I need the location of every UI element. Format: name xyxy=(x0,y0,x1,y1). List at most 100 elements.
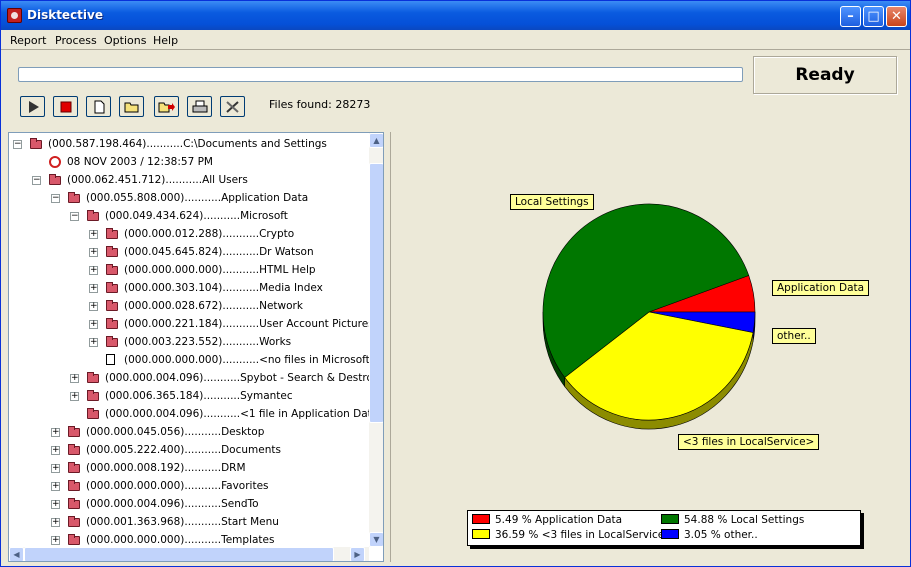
tree-row[interactable]: + (000.000.000.000)...........Favorites xyxy=(9,477,369,495)
scroll-up-button[interactable]: ▲ xyxy=(369,133,383,148)
tools-button[interactable] xyxy=(220,96,245,117)
legend-label: 54.88 % Local Settings xyxy=(684,514,805,526)
folder-icon xyxy=(106,300,118,311)
tree-row[interactable]: + (000.001.363.968)...........Start Menu xyxy=(9,513,369,531)
tree-row[interactable]: + (000.006.365.184)...........Symantec xyxy=(9,387,369,405)
scroll-down-button[interactable]: ▼ xyxy=(369,532,383,547)
tree-row[interactable]: + (000.000.303.104)...........Media Index xyxy=(9,279,369,297)
stop-button[interactable] xyxy=(53,96,78,117)
tree-row-label: (000.062.451.712)...........All Users xyxy=(67,174,248,186)
expand-icon[interactable]: + xyxy=(70,392,79,401)
folder-icon xyxy=(87,408,99,419)
vertical-scroll-thumb[interactable] xyxy=(369,163,383,423)
tree-row[interactable]: − (000.062.451.712)...........All Users xyxy=(9,171,369,189)
expand-icon[interactable]: + xyxy=(51,518,60,527)
play-button[interactable] xyxy=(20,96,45,117)
title-bar[interactable]: Disktective – □ ✕ xyxy=(1,1,910,30)
tree-row[interactable]: (000.000.000.000)...........<no files in… xyxy=(9,351,369,369)
expand-icon[interactable]: + xyxy=(89,302,98,311)
legend-item-localservice: 36.59 % <3 files in LocalService> xyxy=(472,529,673,541)
tree-row-label: (000.045.645.824)...........Dr Watson xyxy=(124,246,314,258)
maximize-button[interactable]: □ xyxy=(863,6,884,27)
menu-separator xyxy=(1,49,910,50)
legend-label: 36.59 % <3 files in LocalService> xyxy=(495,529,674,541)
status-panel: Ready xyxy=(753,56,897,94)
legend-swatch xyxy=(661,514,679,524)
scroll-right-button[interactable]: ▶ xyxy=(350,547,365,561)
collapse-icon[interactable]: − xyxy=(32,176,41,185)
tools-icon xyxy=(225,100,239,113)
close-button[interactable]: ✕ xyxy=(886,6,907,27)
tree-row[interactable]: + (000.000.045.056)...........Desktop xyxy=(9,423,369,441)
tree-row[interactable]: + (000.000.028.672)...........Network xyxy=(9,297,369,315)
pane-splitter[interactable] xyxy=(385,132,389,562)
expand-icon[interactable]: + xyxy=(89,266,98,275)
scroll-left-button[interactable]: ◀ xyxy=(9,547,24,561)
tree-row[interactable]: + (000.045.645.824)...........Dr Watson xyxy=(9,243,369,261)
open-button[interactable] xyxy=(119,96,144,117)
clock-icon xyxy=(49,156,61,168)
expand-icon[interactable]: + xyxy=(89,320,98,329)
tree-row-label: (000.055.808.000)...........Application … xyxy=(86,192,309,204)
legend-item-local-settings: 54.88 % Local Settings xyxy=(661,514,804,526)
folder-icon xyxy=(68,516,80,527)
menu-options[interactable]: Options xyxy=(104,34,146,47)
expand-icon[interactable]: + xyxy=(89,230,98,239)
expand-icon[interactable]: + xyxy=(51,482,60,491)
folder-icon xyxy=(68,444,80,455)
tree-row-label: (000.000.004.096)...........SendTo xyxy=(86,498,259,510)
expand-icon[interactable]: + xyxy=(89,338,98,347)
expand-icon[interactable]: + xyxy=(51,464,60,473)
tree-row[interactable]: (000.000.004.096)...........<1 file in A… xyxy=(9,405,369,423)
legend-label: 5.49 % Application Data xyxy=(495,514,623,526)
minimize-icon: – xyxy=(847,9,854,24)
folder-icon xyxy=(106,264,118,275)
menu-help[interactable]: Help xyxy=(153,34,178,47)
tree-row[interactable]: + (000.003.223.552)...........Works xyxy=(9,333,369,351)
menu-process[interactable]: Process xyxy=(55,34,97,47)
expand-icon[interactable]: + xyxy=(51,446,60,455)
tree-row-label: (000.000.004.096)...........Spybot - Sea… xyxy=(105,372,369,384)
folder-icon xyxy=(106,246,118,257)
tree-row-label: (000.049.434.624)...........Microsoft xyxy=(105,210,288,222)
tree-row[interactable]: + (000.000.221.184)...........User Accoun… xyxy=(9,315,369,333)
collapse-icon[interactable]: − xyxy=(70,212,79,221)
status-text: Ready xyxy=(795,65,855,85)
expand-icon[interactable]: + xyxy=(51,500,60,509)
tree-row[interactable]: + (000.000.008.192)...........DRM xyxy=(9,459,369,477)
menu-bar: Report Process Options Help xyxy=(1,31,910,49)
tree-row[interactable]: + (000.000.004.096)...........Spybot - Se… xyxy=(9,369,369,387)
tree-row[interactable]: − (000.055.808.000)...........Application… xyxy=(9,189,369,207)
new-button[interactable] xyxy=(86,96,111,117)
expand-icon[interactable]: + xyxy=(51,536,60,545)
expand-icon[interactable]: + xyxy=(89,284,98,293)
horizontal-scroll-thumb[interactable] xyxy=(24,547,334,561)
tree-row[interactable]: 08 NOV 2003 / 12:38:57 PM xyxy=(9,153,369,171)
collapse-icon[interactable]: − xyxy=(51,194,60,203)
tree-row[interactable]: + (000.005.222.400)...........Documents xyxy=(9,441,369,459)
chart-panel: Local Settings Application Data other.. … xyxy=(390,132,909,562)
files-icon xyxy=(106,354,115,365)
folder-icon xyxy=(106,318,118,329)
tree-horizontal-scrollbar[interactable]: ◀ ▶ xyxy=(9,547,369,561)
tree-row-label: (000.587.198.464)...........C:\Documents… xyxy=(48,138,327,150)
print-button[interactable] xyxy=(187,96,212,117)
folder-icon xyxy=(106,282,118,293)
collapse-icon[interactable]: − xyxy=(13,140,22,149)
tree-row[interactable]: + (000.000.000.000)...........Templates xyxy=(9,531,369,547)
tree-row[interactable]: + (000.000.004.096)...........SendTo xyxy=(9,495,369,513)
expand-icon[interactable]: + xyxy=(70,374,79,383)
expand-icon[interactable]: + xyxy=(51,428,60,437)
tree-row[interactable]: − (000.049.434.624)...........Microsoft xyxy=(9,207,369,225)
export-button[interactable] xyxy=(154,96,179,117)
tree-row[interactable]: + (000.000.012.288)...........Crypto xyxy=(9,225,369,243)
tree-row[interactable]: − (000.587.198.464)...........C:\Document… xyxy=(9,135,369,153)
app-icon[interactable] xyxy=(7,8,22,23)
tree-row-label: (000.001.363.968)...........Start Menu xyxy=(86,516,279,528)
menu-report[interactable]: Report xyxy=(10,34,46,47)
minimize-button[interactable]: – xyxy=(840,6,861,27)
folder-tree[interactable]: − (000.587.198.464)...........C:\Document… xyxy=(8,132,384,562)
tree-row[interactable]: + (000.000.000.000)...........HTML Help xyxy=(9,261,369,279)
expand-icon[interactable]: + xyxy=(89,248,98,257)
tree-vertical-scrollbar[interactable]: ▲ ▼ xyxy=(369,133,383,547)
